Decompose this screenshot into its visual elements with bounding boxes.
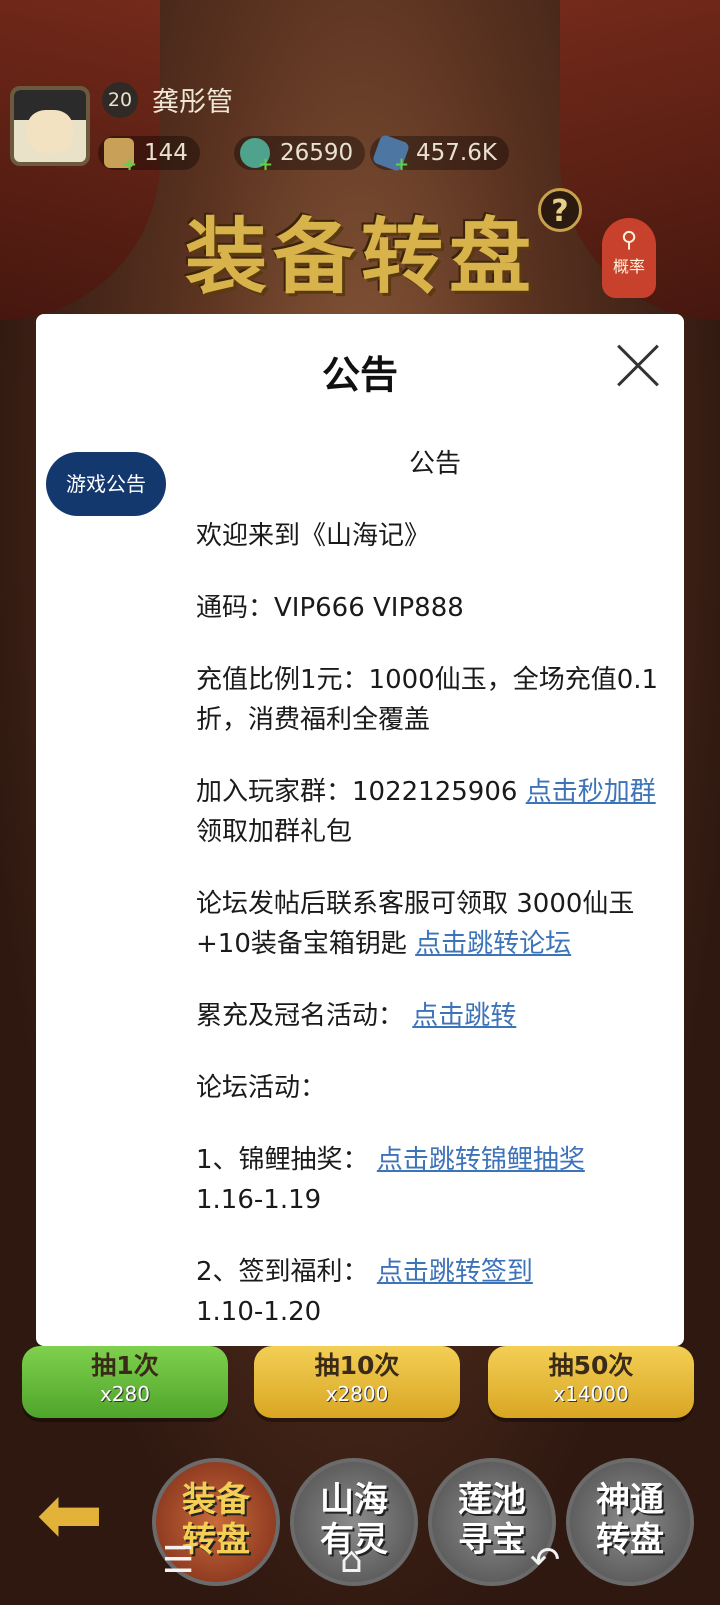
announcement-content[interactable]: 公告 欢迎来到《山海记》 通码：VIP666 VIP888 充值比例1元：100… (196, 444, 674, 1324)
plus-icon: + (122, 154, 138, 175)
tab-line1: 山海 (320, 1480, 388, 1520)
back-icon[interactable]: ↶ (530, 1540, 560, 1581)
menu-icon[interactable]: ☰ (162, 1540, 194, 1581)
player-level: 20 (102, 82, 138, 118)
back-arrow-icon[interactable]: ⬅ (20, 1470, 120, 1560)
tab-divine-wheel[interactable]: 神通 转盘 (566, 1458, 694, 1586)
lottery-link[interactable]: 点击跳转锦鲤抽奖 (377, 1145, 585, 1175)
draw-10-button[interactable]: 抽10次 x2800 (254, 1346, 460, 1418)
tab-game-announcement[interactable]: 游戏公告 (46, 452, 166, 516)
help-icon[interactable]: ? (538, 188, 582, 232)
dialog-title: 公告 (321, 353, 398, 397)
lottery-date: 1.16-1.19 (196, 1185, 322, 1215)
draw-cost: x14000 (553, 1382, 629, 1406)
tab-line2: 转盘 (596, 1520, 664, 1560)
draw-cost: x2800 (325, 1382, 389, 1406)
draw-1-button[interactable]: 抽1次 x280 (22, 1346, 228, 1418)
group-text: 加入玩家群：1022125906 (196, 777, 526, 807)
lottery-paragraph: 1、锦鲤抽奖： 点击跳转锦鲤抽奖 1.16-1.19 (196, 1140, 674, 1220)
player-name: 龚彤管 (152, 87, 233, 118)
forum-paragraph: 论坛发帖后联系客服可领取 3000仙玉+10装备宝箱钥匙 点击跳转论坛 (196, 884, 674, 964)
signin-date: 1.10-1.20 (196, 1297, 322, 1324)
forum-events-text: 论坛活动： (196, 1073, 327, 1103)
resource-value: 144 (144, 140, 188, 166)
rate-label: 概率 (612, 257, 645, 276)
welcome-text: 欢迎来到《山海记》 (196, 521, 431, 551)
game-title: 装备转盘 (185, 209, 538, 305)
draw-label: 抽10次 (314, 1351, 400, 1380)
announcement-dialog: 公告 游戏公告 公告 欢迎来到《山海记》 通码：VIP666 VIP888 充值… (36, 314, 684, 1346)
tab-line1: 神通 (596, 1480, 664, 1520)
group-after-text: 领取加群礼包 (196, 817, 353, 847)
ratio-text: 充值比例1元：1000仙玉，全场充值0.1折，消费福利全覆盖 (196, 665, 659, 735)
lottery-text: 1、锦鲤抽奖： (196, 1145, 377, 1175)
resource-value: 457.6K (416, 140, 497, 166)
event-text: 累充及冠名活动： (196, 1001, 413, 1031)
plus-icon: + (394, 154, 410, 175)
draw-50-button[interactable]: 抽50次 x14000 (488, 1346, 694, 1418)
signin-paragraph: 2、签到福利： 点击跳转签到 1.10-1.20 (196, 1252, 674, 1324)
group-paragraph: 加入玩家群：1022125906 点击秒加群 领取加群礼包 (196, 772, 674, 852)
content-heading: 公告 (408, 449, 461, 479)
magnifier-icon: ⚲ (620, 228, 638, 253)
avatar-face (26, 110, 74, 154)
rate-button[interactable]: ⚲ 概率 (602, 218, 656, 298)
resource-scroll[interactable]: + 144 (98, 136, 200, 175)
close-icon[interactable] (614, 342, 662, 390)
draw-label: 抽1次 (91, 1351, 159, 1380)
signin-link[interactable]: 点击跳转签到 (377, 1257, 533, 1287)
home-icon[interactable]: ⌂ (340, 1540, 363, 1581)
forum-link[interactable]: 点击跳转论坛 (415, 929, 571, 959)
plus-icon: + (258, 154, 274, 175)
draw-label: 抽50次 (548, 1351, 634, 1380)
resource-value: 26590 (280, 140, 354, 166)
code-text: 通码：VIP666 VIP888 (196, 593, 464, 623)
event-paragraph: 累充及冠名活动： 点击跳转 (196, 996, 674, 1036)
tab-line1: 莲池 (458, 1480, 526, 1520)
draw-cost: x280 (99, 1382, 150, 1406)
signin-text: 2、签到福利： (196, 1257, 377, 1287)
player-avatar[interactable] (10, 86, 90, 166)
join-group-link[interactable]: 点击秒加群 (526, 777, 656, 807)
resource-crystal[interactable]: + 457.6K (370, 133, 509, 175)
resource-jade[interactable]: + 26590 (234, 136, 366, 175)
event-link[interactable]: 点击跳转 (412, 1001, 516, 1031)
tab-line1: 装备 (182, 1480, 250, 1520)
